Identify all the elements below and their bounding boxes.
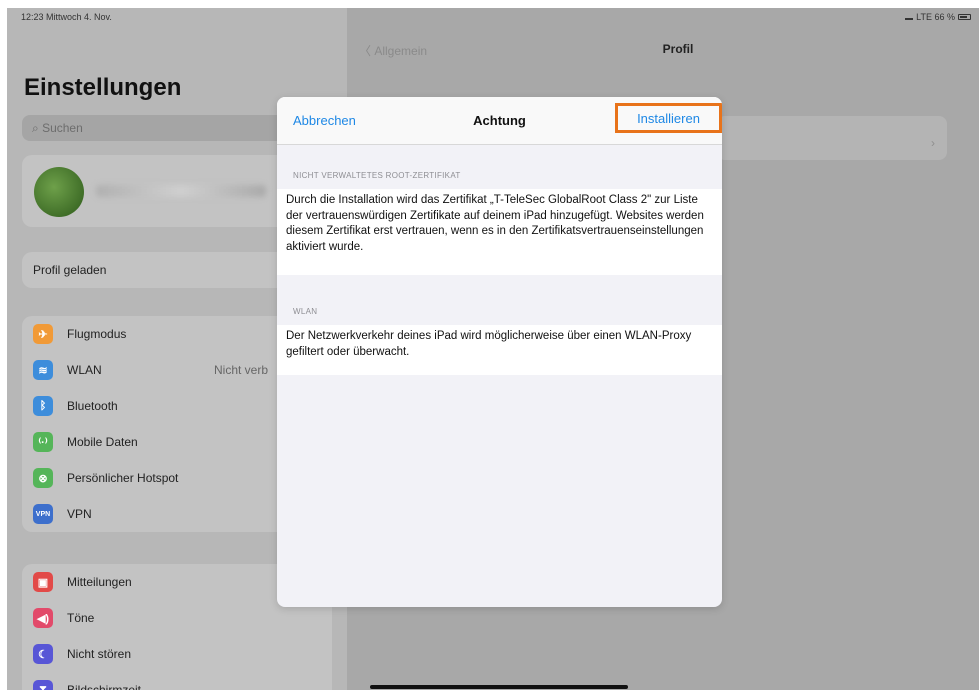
root-cert-section-label: NICHT VERWALTETES ROOT-ZERTIFIKAT xyxy=(293,171,461,180)
hourglass-icon: ⧗ xyxy=(33,680,53,690)
speaker-icon: ◀) xyxy=(33,608,53,628)
sidebar-item-label: Bluetooth xyxy=(67,399,118,413)
sidebar-item-label: Bildschirmzeit xyxy=(67,683,142,690)
sidebar-item-label: Mitteilungen xyxy=(67,575,132,589)
chevron-right-icon: › xyxy=(931,136,935,150)
wlan-warning-text: Der Netzwerkverkehr deines iPad wird mög… xyxy=(277,325,722,375)
profile-loaded-label: Profil geladen xyxy=(33,263,107,277)
search-placeholder: Suchen xyxy=(42,121,83,135)
sidebar-item-label: Persönlicher Hotspot xyxy=(67,471,179,485)
install-warning-dialog: Abbrechen Achtung Installieren NICHT VER… xyxy=(277,97,722,607)
detail-title: Profil xyxy=(662,42,694,56)
vpn-icon: VPN xyxy=(33,504,53,524)
bluetooth-icon: ᛒ xyxy=(33,396,53,416)
wlan-section-label: WLAN xyxy=(293,307,318,316)
dialog-header: Abbrechen Achtung Installieren xyxy=(277,97,722,145)
home-indicator xyxy=(370,685,628,689)
antenna-icon: ⁽·⁾ xyxy=(33,432,53,452)
battery-icon xyxy=(958,14,971,20)
search-icon: ⌕ xyxy=(32,121,43,135)
sidebar-item-label: Töne xyxy=(67,611,95,625)
sidebar-item-label: Nicht stören xyxy=(67,647,132,661)
sidebar-item-label: Mobile Daten xyxy=(67,435,138,449)
wifi-icon: ≋ xyxy=(33,360,53,380)
sidebar-item-bildschirmzeit[interactable]: ⧗ Bildschirmzeit xyxy=(22,672,332,690)
status-time: 12:23 Mittwoch 4. Nov. xyxy=(21,12,112,22)
airplane-icon: ✈ xyxy=(33,324,53,344)
status-indicators: LTE 66 % xyxy=(905,12,971,22)
signal-icon xyxy=(905,15,914,20)
sidebar-item-label: WLAN xyxy=(67,363,102,377)
avatar xyxy=(34,167,84,217)
profile-detail-card[interactable] xyxy=(717,116,947,160)
notifications-icon: ▣ xyxy=(33,572,53,592)
sidebar-item-label: VPN xyxy=(67,507,92,521)
sidebar-item-value: Nicht verb xyxy=(214,363,269,377)
sidebar-item-nicht-stören[interactable]: ☾ Nicht stören xyxy=(22,636,332,672)
blurred-name xyxy=(96,185,266,197)
hotspot-icon: ⊗ xyxy=(33,468,53,488)
sidebar-item-label: Flugmodus xyxy=(67,327,127,341)
network-status: LTE 66 % xyxy=(916,12,955,22)
moon-icon: ☾ xyxy=(33,644,53,664)
install-button[interactable]: Installieren xyxy=(615,103,722,133)
sidebar-title: Einstellungen xyxy=(24,74,182,101)
root-cert-warning-text: Durch die Installation wird das Zertifik… xyxy=(277,189,722,275)
